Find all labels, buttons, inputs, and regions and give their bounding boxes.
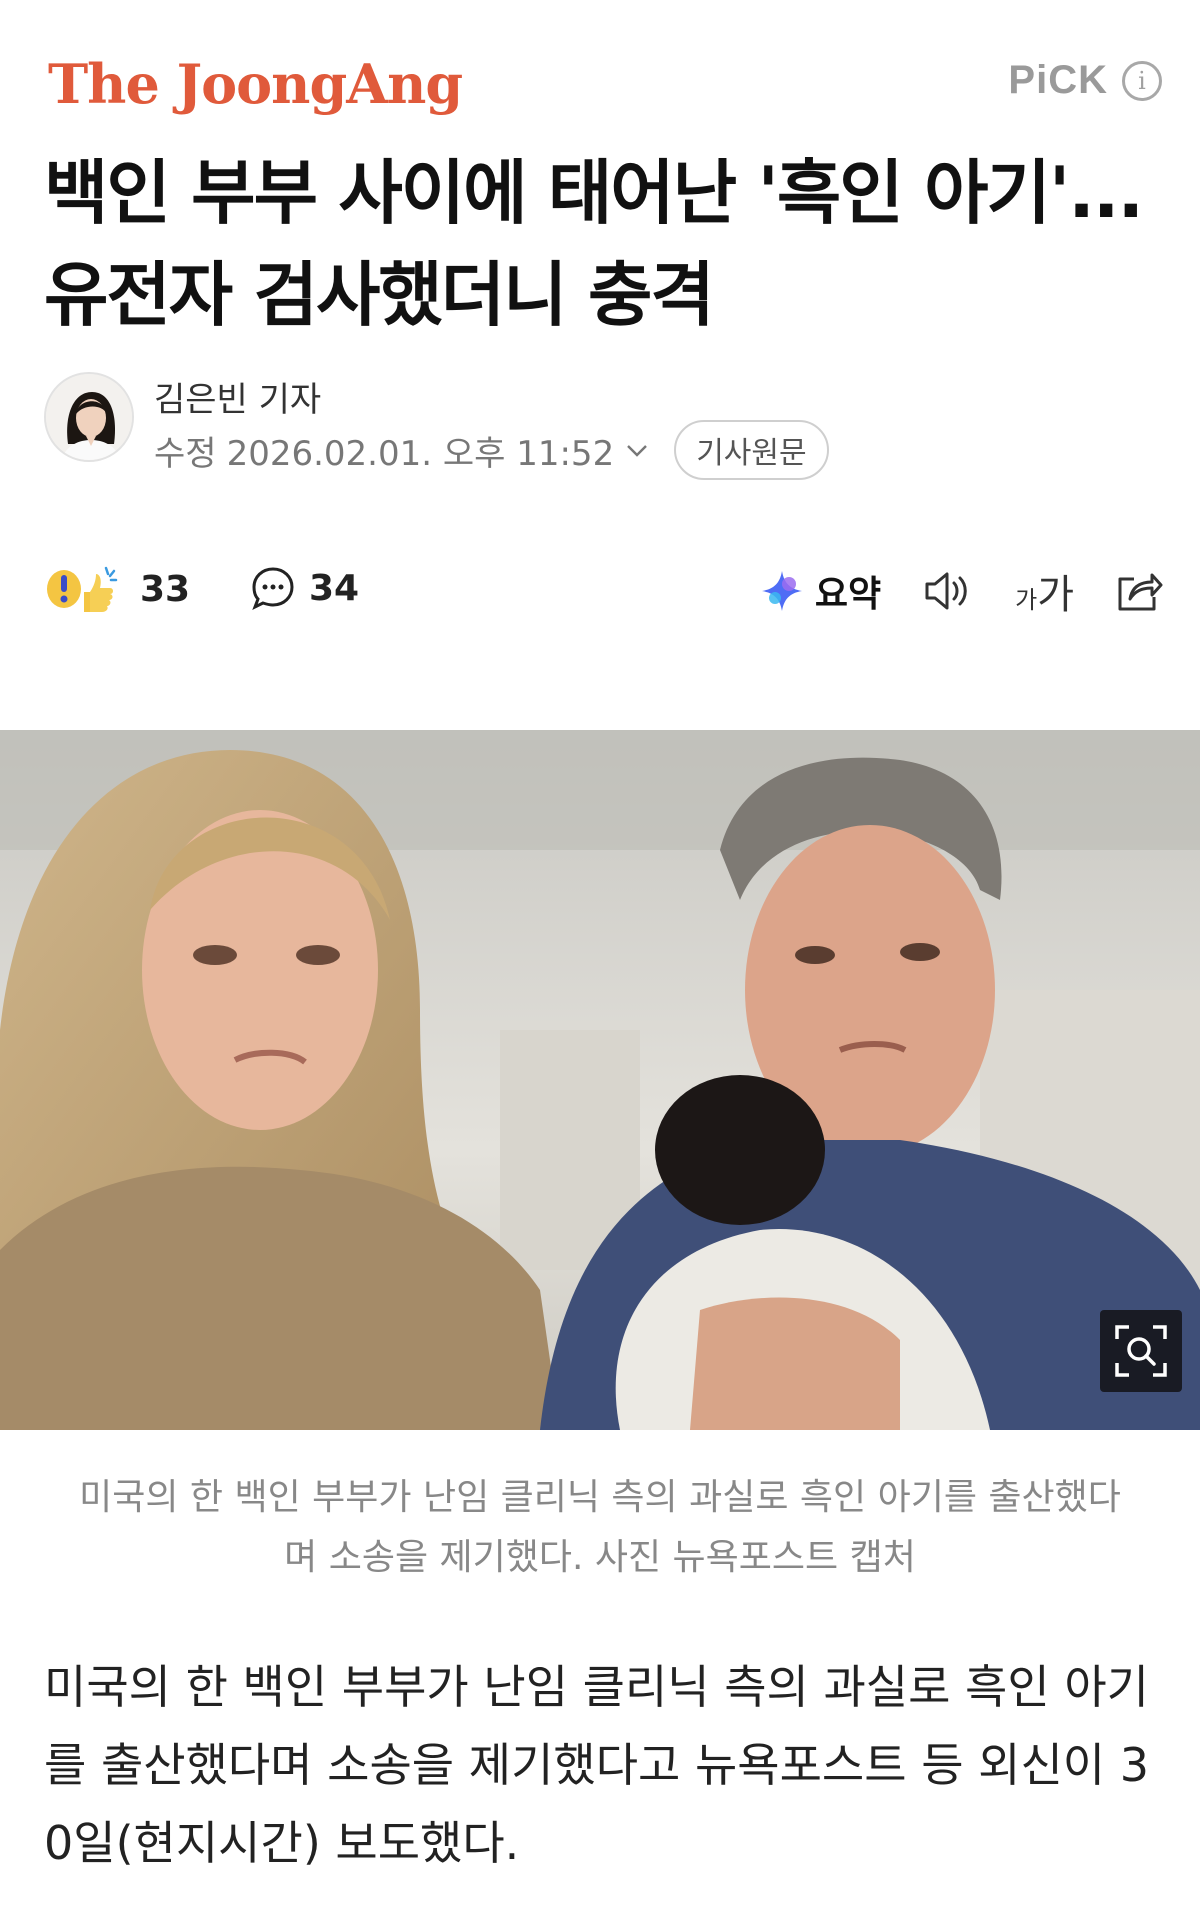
caption-line: 미국의 한 백인 부부가 난임 클리닉 측의 과실로 흑인 아기를 출산했다	[79, 1477, 1121, 1518]
headline-line: 유전자 검사했더니 충격	[44, 254, 715, 336]
modified-label: 수정	[154, 433, 217, 474]
zoom-button[interactable]	[1100, 1310, 1182, 1392]
article-meta: 수정 2026.02.01. 오후 11:52 기사원문	[154, 420, 829, 480]
right-actions: 요약 가가	[759, 556, 1164, 626]
article-headline: 백인 부부 사이에 태어난 '흑인 아기'... 유전자 검사했더니 충격	[44, 142, 1174, 346]
speaker-icon[interactable]	[921, 568, 975, 614]
comment-count: 34	[309, 567, 360, 609]
publisher-logo[interactable]: The JoongAng	[48, 52, 463, 116]
byline: 김은빈 기자 수정 2026.02.01. 오후 11:52 기사원문	[44, 372, 1164, 480]
font-size-large-label: 가	[1037, 572, 1074, 618]
article-body: 미국의 한 백인 부부가 난임 클리닉 측의 과실로 흑인 아기 를 출산했다며…	[44, 1648, 1164, 1882]
app-header: The JoongAng PiCK i	[0, 0, 1200, 120]
comment-icon	[252, 567, 294, 611]
pick-badge[interactable]: PiCK i	[1008, 58, 1162, 103]
reaction-button[interactable]: 33	[44, 562, 190, 616]
body-line: 0일(현지시간) 보도했다.	[44, 1816, 520, 1870]
body-line: 미국의 한 백인 부부가 난임 클리닉 측의 과실로 흑인 아기	[44, 1660, 1149, 1714]
font-size-button[interactable]: 가가	[1015, 562, 1074, 620]
photo-caption: 미국의 한 백인 부부가 난임 클리닉 측의 과실로 흑인 아기를 출산했다 며…	[40, 1468, 1160, 1588]
font-size-small-label: 가	[1015, 586, 1038, 614]
article-toolbar: 33 34 요약 가가	[44, 556, 1164, 626]
reporter-avatar[interactable]	[44, 372, 134, 462]
summary-label: 요약	[814, 574, 882, 615]
reaction-count: 33	[140, 568, 191, 610]
zoom-icon	[1115, 1325, 1167, 1377]
summary-button[interactable]: 요약	[759, 565, 881, 617]
body-line: 를 출산했다며 소송을 제기했다고 뉴욕포스트 등 외신이 3	[44, 1738, 1149, 1792]
chevron-down-icon[interactable]	[624, 437, 650, 463]
timestamp: 2026.02.01. 오후 11:52	[226, 433, 615, 474]
reporter-name[interactable]: 김은빈 기자	[154, 372, 321, 421]
info-icon[interactable]: i	[1122, 60, 1162, 101]
share-icon[interactable]	[1114, 567, 1164, 615]
comment-button[interactable]: 34	[249, 564, 359, 612]
pick-label: PiCK	[1008, 58, 1108, 102]
ai-sparkle-icon	[761, 571, 802, 611]
article-photo[interactable]	[0, 730, 1200, 1430]
original-article-button[interactable]: 기사원문	[674, 420, 829, 480]
caption-line: 며 소송을 제기했다. 사진 뉴욕포스트 캡처	[284, 1537, 916, 1578]
reaction-icon	[47, 566, 118, 612]
headline-line: 백인 부부 사이에 태어난 '흑인 아기'...	[44, 152, 1144, 234]
photo-image	[0, 730, 1200, 1430]
